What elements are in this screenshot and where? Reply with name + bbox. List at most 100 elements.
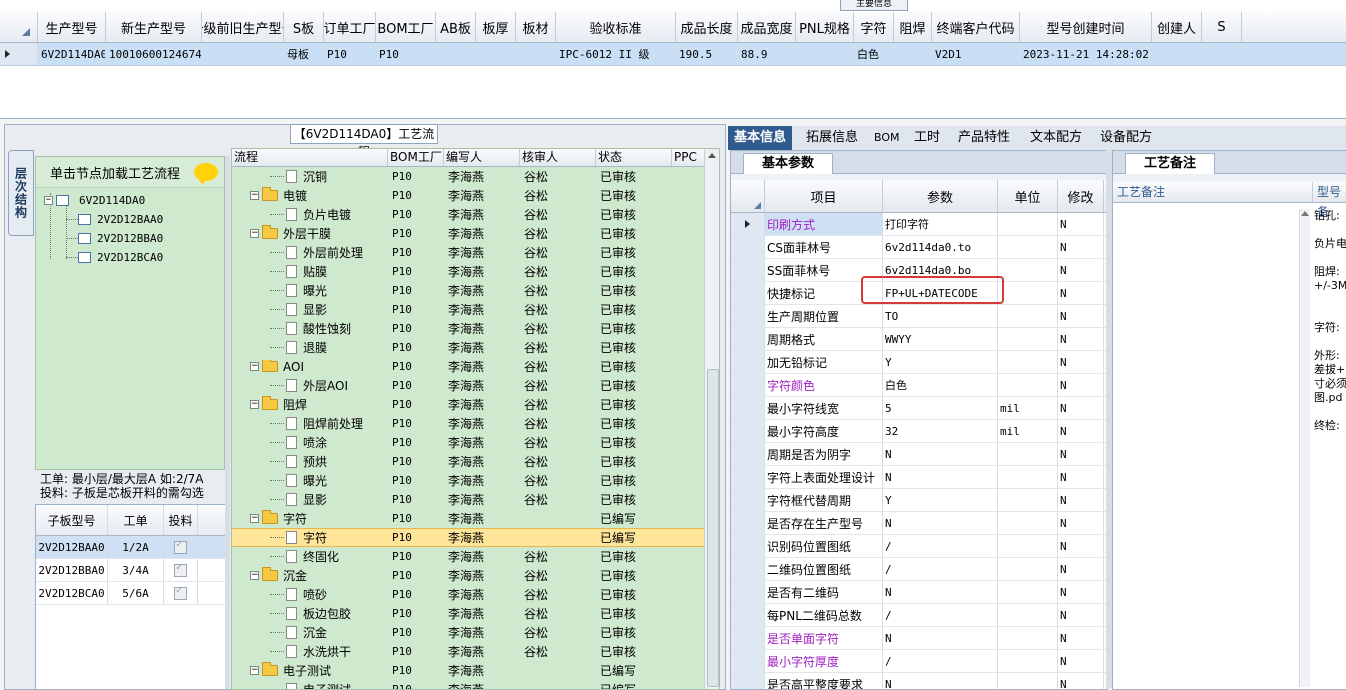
flow-row[interactable]: − 电镀 P10 李海燕 谷松 已审核: [232, 186, 719, 205]
param-row[interactable]: 字符上表面处理设计 N N: [731, 466, 1107, 489]
param-value[interactable]: Y: [883, 489, 998, 511]
feed-checkbox[interactable]: [164, 536, 198, 558]
param-value[interactable]: N: [883, 581, 998, 603]
param-unit[interactable]: [998, 213, 1058, 235]
param-unit[interactable]: [998, 558, 1058, 580]
grid-cell[interactable]: [436, 43, 476, 65]
scroll-up-icon[interactable]: [708, 153, 716, 158]
tree-node-child[interactable]: 2V2D12BBA0: [78, 232, 163, 245]
flow-row[interactable]: 贴膜 P10 李海燕 谷松 已审核: [232, 262, 719, 281]
grid-cell[interactable]: 6V2D114DA0: [38, 43, 106, 65]
column-header[interactable]: 创建人: [1152, 12, 1202, 42]
flow-row[interactable]: − 外层干膜 P10 李海燕 谷松 已审核: [232, 224, 719, 243]
param-unit[interactable]: [998, 259, 1058, 281]
param-modify[interactable]: N: [1058, 351, 1104, 373]
column-header[interactable]: 终端客户代码: [932, 12, 1020, 42]
grid-cell[interactable]: 2023-11-21 14:28:02: [1020, 43, 1152, 65]
collapse-icon[interactable]: −: [250, 666, 259, 675]
tab-product-features[interactable]: 产品特性: [952, 126, 1016, 150]
flow-row[interactable]: − AOI P10 李海燕 谷松 已审核: [232, 357, 719, 376]
param-row[interactable]: 最小字符线宽 5 mil N: [731, 397, 1107, 420]
grid-cell[interactable]: IPC-6012 II 级: [556, 43, 676, 65]
param-modify[interactable]: N: [1058, 673, 1104, 689]
param-row[interactable]: 最小字符高度 32 mil N: [731, 420, 1107, 443]
grid-cell[interactable]: [516, 43, 556, 65]
tab-text-recipe[interactable]: 文本配方: [1024, 126, 1088, 150]
column-header[interactable]: 板厚: [476, 12, 516, 42]
param-value[interactable]: TO: [883, 305, 998, 327]
grid-cell[interactable]: [1202, 43, 1242, 65]
grid-cell[interactable]: [1152, 43, 1202, 65]
param-unit[interactable]: [998, 328, 1058, 350]
param-modify[interactable]: N: [1058, 328, 1104, 350]
param-value[interactable]: 白色: [883, 374, 998, 396]
tab-bom[interactable]: BOM: [868, 126, 906, 150]
model-grid-row[interactable]: 6V2D114DA0 10010600124674 母板 P10 P10 IPC-6012…: [0, 43, 1346, 66]
param-row[interactable]: 是否存在生产型号 N N: [731, 512, 1107, 535]
flow-row[interactable]: 负片电镀 P10 李海燕 谷松 已审核: [232, 205, 719, 224]
param-row[interactable]: 每PNL二维码总数 / N: [731, 604, 1107, 627]
column-header[interactable]: 阻焊: [894, 12, 932, 42]
param-value[interactable]: N: [883, 673, 998, 689]
param-value[interactable]: /: [883, 650, 998, 672]
flow-row[interactable]: 曝光 P10 李海燕 谷松 已审核: [232, 281, 719, 300]
param-row[interactable]: 字符颜色 白色 N: [731, 374, 1107, 397]
param-modify[interactable]: N: [1058, 397, 1104, 419]
flow-row[interactable]: 板边包胶 P10 李海燕 谷松 已审核: [232, 604, 719, 623]
param-value[interactable]: N: [883, 466, 998, 488]
flow-row[interactable]: 外层前处理 P10 李海燕 谷松 已审核: [232, 243, 719, 262]
tree-node-root[interactable]: − 6V2D114DA0: [44, 194, 145, 207]
param-modify[interactable]: N: [1058, 604, 1104, 626]
grid-cell[interactable]: [202, 43, 284, 65]
feed-checkbox[interactable]: [164, 559, 198, 581]
param-row[interactable]: CS面菲林号 6v2d114da0.to N: [731, 236, 1107, 259]
collapse-icon[interactable]: −: [250, 229, 259, 238]
flow-row[interactable]: 外层AOI P10 李海燕 谷松 已审核: [232, 376, 719, 395]
collapse-icon[interactable]: −: [250, 191, 259, 200]
param-row[interactable]: 字符框代替周期 Y N: [731, 489, 1107, 512]
column-header[interactable]: 型号创建时间: [1020, 12, 1152, 42]
param-unit[interactable]: mil: [998, 397, 1058, 419]
flow-row[interactable]: 终固化 P10 李海燕 谷松 已审核: [232, 547, 719, 566]
param-row[interactable]: 周期是否为阴字 N N: [731, 443, 1107, 466]
column-header[interactable]: 成品宽度: [738, 12, 796, 42]
param-value[interactable]: N: [883, 512, 998, 534]
grid-cell[interactable]: [796, 43, 854, 65]
flow-row[interactable]: − 字符 P10 李海燕 已编写: [232, 509, 719, 528]
param-row[interactable]: 是否有二维码 N N: [731, 581, 1107, 604]
grid-cell[interactable]: [476, 43, 516, 65]
param-value[interactable]: /: [883, 558, 998, 580]
param-modify[interactable]: N: [1058, 466, 1104, 488]
flow-row[interactable]: 水洗烘干 P10 李海燕 谷松 已审核: [232, 642, 719, 661]
param-value[interactable]: Y: [883, 351, 998, 373]
column-header[interactable]: S: [1202, 12, 1242, 42]
param-value[interactable]: /: [883, 535, 998, 557]
param-row[interactable]: 最小字符厚度 / N: [731, 650, 1107, 673]
table-row[interactable]: 2V2D12BCA0 5/6A: [36, 582, 226, 605]
column-header[interactable]: 板材: [516, 12, 556, 42]
hierarchy-vertical-tab[interactable]: 层次结构: [8, 150, 34, 236]
param-unit[interactable]: [998, 374, 1058, 396]
param-row[interactable]: 生产周期位置 TO N: [731, 305, 1107, 328]
grid-cell[interactable]: V2D1: [932, 43, 1020, 65]
table-row[interactable]: 2V2D12BAA0 1/2A: [36, 536, 226, 559]
column-header[interactable]: 生产型号: [38, 12, 106, 42]
grid-cell[interactable]: P10: [376, 43, 436, 65]
param-row[interactable]: 印刷方式 打印字符 N: [731, 213, 1107, 236]
column-header[interactable]: 订单工厂: [324, 12, 376, 42]
param-value[interactable]: 32: [883, 420, 998, 442]
column-header[interactable]: BOM工厂: [376, 12, 436, 42]
grid-cell[interactable]: 88.9: [738, 43, 796, 65]
param-row[interactable]: 二维码位置图纸 / N: [731, 558, 1107, 581]
param-unit[interactable]: [998, 236, 1058, 258]
tab-work-hours[interactable]: 工时: [908, 126, 946, 150]
param-modify[interactable]: N: [1058, 213, 1104, 235]
param-modify[interactable]: N: [1058, 512, 1104, 534]
grid-cell[interactable]: 10010600124674: [106, 43, 202, 65]
tab-basic-info[interactable]: 基本信息: [728, 126, 793, 150]
param-modify[interactable]: N: [1058, 558, 1104, 580]
param-row[interactable]: 是否高平整度要求 N N: [731, 673, 1107, 689]
collapse-icon[interactable]: −: [250, 514, 259, 523]
param-modify[interactable]: N: [1058, 259, 1104, 281]
grid-cell[interactable]: [894, 43, 932, 65]
